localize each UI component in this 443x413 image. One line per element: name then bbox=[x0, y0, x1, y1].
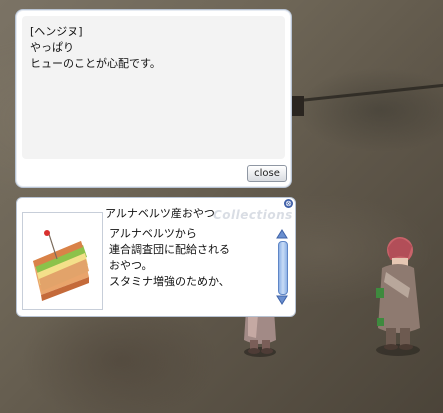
scrollbar[interactable] bbox=[276, 229, 288, 305]
player-character[interactable] bbox=[238, 310, 282, 358]
description-line: スタミナ増強のためか、 bbox=[109, 275, 230, 288]
item-description-window: Collections アルナベルツ産おやつ ⊗ アルナベルツから 連合調査団に… bbox=[16, 197, 296, 317]
npc-dialog-window: [ヘンジヌ] やっぱり ヒューのことが心配です。 close bbox=[15, 9, 292, 188]
item-image-frame bbox=[22, 212, 103, 310]
dialog-speaker: [ヘンジヌ] bbox=[30, 25, 83, 38]
description-line: 連合調査団に配給される bbox=[109, 243, 230, 256]
scroll-up-icon[interactable] bbox=[276, 229, 288, 239]
item-title: アルナベルツ産おやつ bbox=[105, 207, 215, 220]
window-watermark: Collections bbox=[213, 208, 293, 222]
scroll-down-icon[interactable] bbox=[276, 295, 288, 305]
close-button[interactable]: close bbox=[247, 165, 287, 182]
dialog-line: やっぱり bbox=[30, 41, 74, 54]
scroll-thumb[interactable] bbox=[278, 241, 288, 295]
description-line: アルナベルツから bbox=[109, 227, 197, 240]
item-description: アルナベルツから 連合調査団に配給される おやつ。 スタミナ増強のためか、 bbox=[109, 226, 269, 308]
sandwich-icon bbox=[33, 230, 89, 301]
npc-character-red-hair[interactable] bbox=[368, 228, 428, 358]
close-icon[interactable]: ⊗ bbox=[284, 199, 293, 208]
ground-crack bbox=[289, 83, 443, 103]
ground-shadow bbox=[290, 96, 304, 116]
description-line: おやつ。 bbox=[109, 259, 153, 272]
dialog-text-area: [ヘンジヌ] やっぱり ヒューのことが心配です。 bbox=[22, 16, 285, 159]
dialog-line: ヒューのことが心配です。 bbox=[30, 57, 161, 70]
